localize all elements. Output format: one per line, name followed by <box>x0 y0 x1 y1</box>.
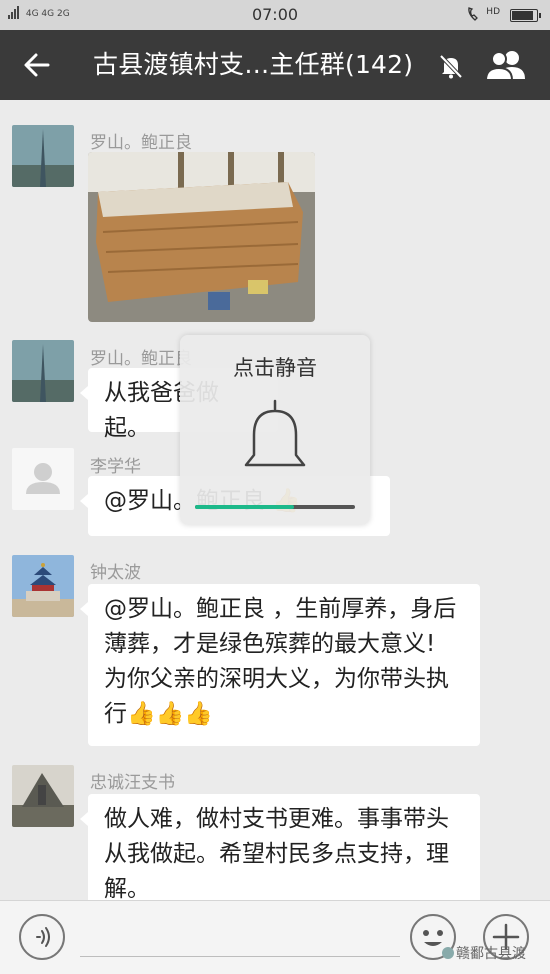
avatar[interactable] <box>12 765 74 827</box>
chat-header: 古县渡镇村支…主任群(142) <box>0 30 550 100</box>
mute-bell-icon <box>437 52 465 80</box>
avatar[interactable] <box>12 340 74 402</box>
mute-popup-label: 点击静音 <box>233 356 317 380</box>
members-icon[interactable] <box>484 49 527 81</box>
message-bubble[interactable]: 做人难，做村支书更难。事事带头 从我做起。希望村民多点支持，理 解。 <box>80 794 480 900</box>
sender-name: 李学华 <box>90 457 141 477</box>
mute-popup[interactable]: 点击静音 <box>180 335 370 525</box>
status-bar: 4G 4G 2G 07:00 HD <box>0 0 550 30</box>
message-image[interactable] <box>88 152 315 322</box>
message-line: 解。 <box>104 876 150 900</box>
sender-name: 罗山。鲍正良 <box>90 349 192 369</box>
volume-slider[interactable] <box>195 505 355 509</box>
voice-input-button[interactable] <box>19 914 65 960</box>
message-bubble[interactable]: @罗山。鲍正良 ，生前厚养，身后 薄葬，才是绿色殡葬的最大意义! 为你父亲的深明… <box>80 584 480 746</box>
message-line: 行👍👍👍 <box>104 701 213 727</box>
chat-title: 古县渡镇村支…主任群(142) <box>93 50 414 79</box>
volume-slider-fill <box>195 505 295 509</box>
back-arrow-icon[interactable] <box>22 50 52 80</box>
input-bar: 赣鄱古县渡 <box>0 900 550 974</box>
sender-name: 罗山。鲍正良 <box>90 133 192 153</box>
watermark-text: 赣鄱古县渡 <box>456 946 526 962</box>
hd-call-icon: HD <box>466 6 500 25</box>
message-line: 做人难，做村支书更难。事事带头 <box>104 806 449 832</box>
message-line: 薄葬，才是绿色殡葬的最大意义! <box>104 631 436 657</box>
avatar[interactable] <box>12 448 74 510</box>
message-line: @罗山。鲍正良 ，生前厚养，身后 <box>104 596 457 622</box>
battery-icon <box>510 9 541 22</box>
message-line: 从我做起。希望村民多点支持，理 <box>104 841 449 867</box>
watermark: 赣鄱古县渡 <box>442 943 526 963</box>
bell-icon <box>234 397 316 479</box>
sender-name: 钟太波 <box>90 563 141 583</box>
wechat-logo-icon <box>442 947 454 959</box>
hd-label: HD <box>486 7 500 17</box>
sender-name: 忠诚汪支书 <box>90 773 175 793</box>
message-line: 为你父亲的深明大义，为你带头执 <box>104 666 449 692</box>
avatar[interactable] <box>12 555 74 617</box>
avatar[interactable] <box>12 125 74 187</box>
message-input[interactable] <box>80 956 400 957</box>
